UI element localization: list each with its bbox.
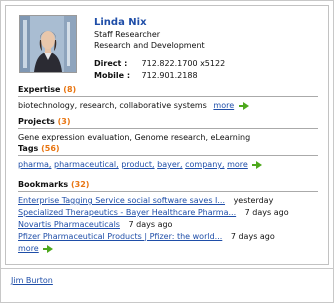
bookmark-date: 7 days ago: [128, 220, 173, 229]
bookmark-item: Pfizer Pharmaceutical Products | Pfizer:…: [18, 231, 318, 243]
expertise-more-link[interactable]: more: [213, 101, 234, 110]
projects-label: Projects: [18, 117, 55, 126]
bookmarks-more-row: more: [18, 243, 318, 255]
bookmark-item: Novartis Pharmaceuticals 7 days ago: [18, 219, 318, 231]
direct-phone: 712.822.1700 x5122: [141, 59, 226, 68]
tags-label: Tags: [18, 144, 39, 153]
tags-count: (56): [41, 144, 60, 153]
bookmark-link[interactable]: Enterprise Tagging Service social softwa…: [18, 196, 225, 205]
projects-text: Gene expression evaluation, Genome resea…: [18, 133, 251, 142]
tags-more-link[interactable]: more: [227, 160, 248, 169]
person-link[interactable]: Jim Burton: [11, 276, 53, 285]
bookmark-link[interactable]: Specialized Therapeutics - Bayer Healthc…: [18, 208, 236, 217]
bookmarks-section: Bookmarks (32) Enterprise Tagging Servic…: [18, 179, 318, 255]
expertise-section: Expertise (8) biotechnology, research, c…: [18, 84, 318, 111]
mobile-label: Mobile :: [94, 71, 131, 80]
arrow-right-icon[interactable]: [238, 101, 249, 110]
arrow-right-icon[interactable]: [252, 160, 263, 169]
expertise-heading: Expertise (8): [18, 84, 318, 95]
profile-popup: Linda Nix Staff Researcher Research and …: [0, 0, 334, 303]
direct-label: Direct :: [94, 59, 128, 68]
bookmark-item: Enterprise Tagging Service social softwa…: [18, 195, 318, 207]
bookmark-link[interactable]: Novartis Pharmaceuticals: [18, 220, 120, 229]
expertise-divider: [18, 96, 318, 97]
expertise-list: biotechnology, research, collaborative s…: [18, 100, 318, 111]
bookmark-date: 7 days ago: [230, 232, 275, 241]
arrow-right-icon[interactable]: [43, 244, 54, 253]
projects-count: (3): [57, 117, 71, 126]
person-name[interactable]: Linda Nix: [94, 17, 205, 29]
tag-link[interactable]: bayer,: [157, 160, 182, 169]
expertise-label: Expertise: [18, 85, 61, 94]
bookmark-item: Specialized Therapeutics - Bayer Healthc…: [18, 207, 318, 219]
tags-list: pharma, pharmaceutical, product, bayer, …: [18, 159, 318, 170]
projects-section: Projects (3) Gene expression evaluation,…: [18, 116, 318, 143]
bookmarks-more-link[interactable]: more: [18, 244, 39, 253]
tags-section: Tags (56) pharma, pharmaceutical, produc…: [18, 143, 318, 170]
mobile-phone: 712.901.2188: [141, 71, 198, 80]
bookmarks-heading: Bookmarks (32): [18, 179, 318, 190]
expertise-count: (8): [63, 85, 77, 94]
projects-heading: Projects (3): [18, 116, 318, 127]
footer-divider: [1, 268, 333, 269]
tag-link[interactable]: company,: [185, 160, 224, 169]
bookmarks-label: Bookmarks: [18, 180, 69, 189]
bookmarks-list: Enterprise Tagging Service social softwa…: [18, 195, 318, 255]
tags-heading: Tags (56): [18, 143, 318, 154]
person-avatar-icon: [20, 16, 76, 72]
bookmark-date: yesterday: [233, 196, 274, 205]
contact-info: Direct : 712.822.1700 x5122 Mobile : 712…: [94, 58, 225, 82]
tags-divider: [18, 155, 318, 156]
tag-link[interactable]: pharma,: [18, 160, 51, 169]
projects-divider: [18, 128, 318, 129]
profile-card: Linda Nix Staff Researcher Research and …: [5, 5, 329, 265]
bookmarks-divider: [18, 191, 318, 192]
bookmark-date: 7 days ago: [244, 208, 289, 217]
bookmark-link[interactable]: Pfizer Pharmaceutical Products | Pfizer:…: [18, 232, 222, 241]
bookmarks-count: (32): [70, 180, 90, 189]
profile-photo: [19, 15, 77, 73]
tag-link[interactable]: pharmaceutical,: [54, 160, 119, 169]
person-department: Research and Development: [94, 41, 205, 50]
expertise-text: biotechnology, research, collaborative s…: [18, 101, 207, 110]
profile-header: Linda Nix Staff Researcher Research and …: [94, 17, 205, 51]
footer: Jim Burton: [11, 276, 53, 285]
person-title: Staff Researcher: [94, 30, 161, 39]
tag-link[interactable]: product,: [121, 160, 154, 169]
